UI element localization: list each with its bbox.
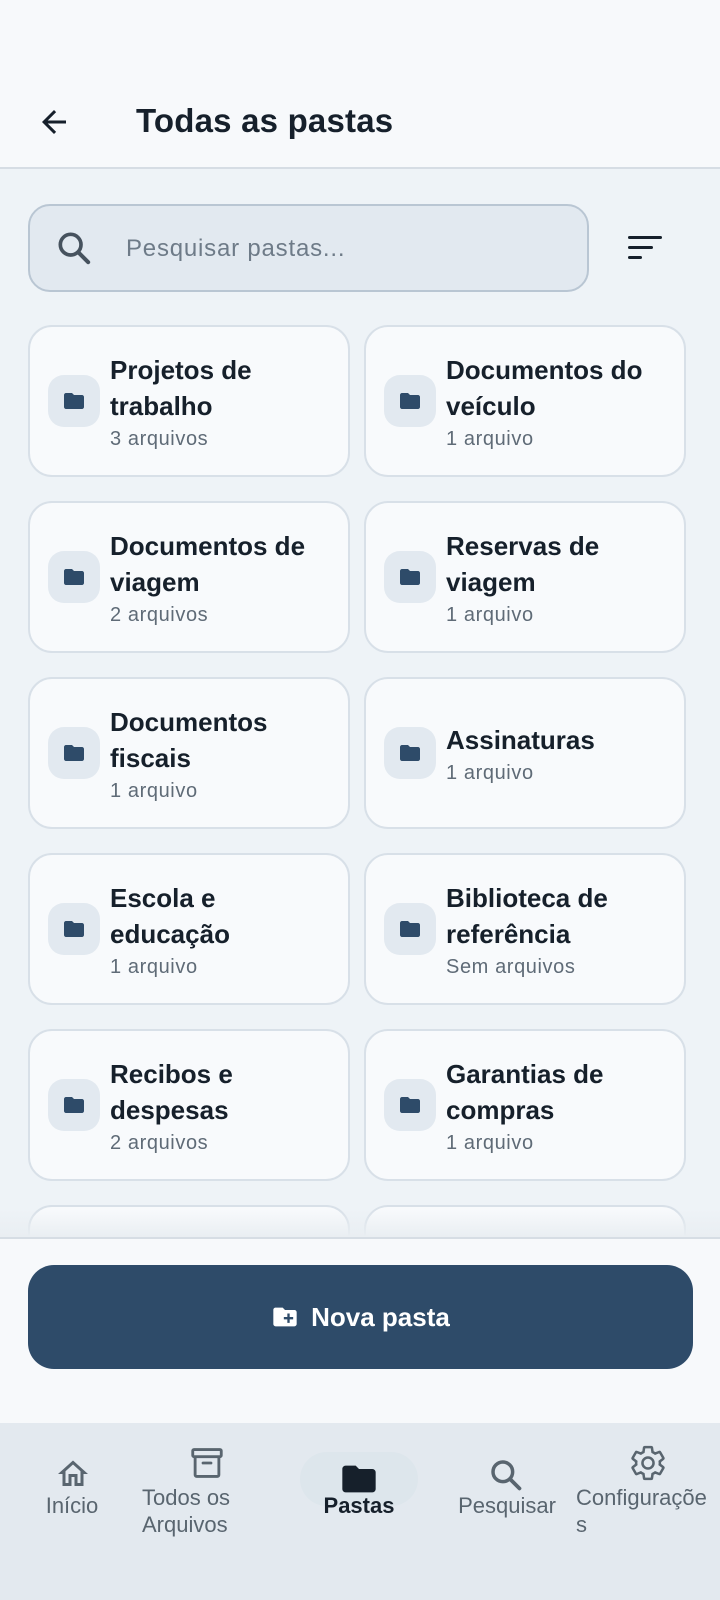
folder-icon-wrap <box>384 1079 436 1131</box>
folder-card[interactable]: Reservas de viagem 1 arquivo <box>364 501 686 653</box>
folder-name: Documentos de viagem <box>110 530 306 597</box>
folder-name: Garantias de compras <box>446 1058 604 1125</box>
sort-icon <box>628 236 662 259</box>
folder-icon <box>64 393 84 409</box>
new-folder-label: Nova pasta <box>311 1301 450 1332</box>
arrow-left-icon <box>42 110 66 134</box>
gear-icon <box>631 1445 665 1481</box>
folder-name: Escola e educação <box>110 882 230 949</box>
folder-icon <box>64 921 84 937</box>
nav-settings[interactable]: Configuraçõe s <box>576 1423 716 1600</box>
folder-card[interactable]: Assinaturas 1 arquivo <box>364 677 686 829</box>
folder-icon <box>400 921 420 937</box>
nav-all-files[interactable]: Todos os Arquivos <box>132 1423 282 1600</box>
create-new-folder-icon <box>273 1307 297 1327</box>
folder-count: 2 arquivos <box>110 603 209 626</box>
folder-icon <box>400 569 420 585</box>
folder-icon <box>400 393 420 409</box>
folder-name: Documentos fiscais <box>110 706 268 773</box>
back-button[interactable] <box>30 98 78 146</box>
folder-count: 1 arquivo <box>446 761 534 784</box>
folder-icon-wrap <box>384 903 436 955</box>
folder-name: Reservas de viagem <box>446 530 600 597</box>
folder-icon-wrap <box>384 727 436 779</box>
folder-name: Documentos do veículo <box>446 354 643 421</box>
folder-card[interactable]: Documentos do veículo 1 arquivo <box>364 325 686 477</box>
folder-count: 3 arquivos <box>110 427 209 450</box>
nav-home[interactable]: Início <box>20 1423 124 1600</box>
footer-bar: Nova pasta <box>0 1237 720 1423</box>
folder-count: 1 arquivo <box>446 603 534 626</box>
scroll-fade <box>0 1209 720 1237</box>
folder-card[interactable]: Documentos de viagem 2 arquivos <box>28 501 350 653</box>
folder-icon-wrap <box>48 903 100 955</box>
app-bar: Todas as pastas <box>0 80 720 169</box>
folder-name: Assinaturas <box>446 724 595 755</box>
folder-name: Projetos de trabalho <box>110 354 252 421</box>
folder-icon-wrap <box>384 375 436 427</box>
archive-icon <box>191 1448 223 1478</box>
nav-folders-label: Pastas <box>323 1493 395 1518</box>
folder-card[interactable]: Garantias de compras 1 arquivo <box>364 1029 686 1181</box>
folder-count: 1 arquivo <box>110 779 198 802</box>
folder-count: 2 arquivos <box>110 1131 209 1154</box>
folder-icon <box>400 745 420 761</box>
folder-icon <box>64 745 84 761</box>
search-icon <box>58 232 91 265</box>
nav-search-label: Pesquisar <box>458 1493 556 1518</box>
folder-icon-wrap <box>48 551 100 603</box>
nav-all-files-label: Todos os Arquivos <box>142 1485 231 1537</box>
folder-icon <box>64 1097 84 1113</box>
search-icon <box>491 1460 522 1491</box>
folder-card[interactable]: Projetos de trabalho 3 arquivos <box>28 325 350 477</box>
status-bar-area <box>0 0 720 80</box>
nav-search[interactable]: Pesquisar <box>440 1423 574 1600</box>
folder-icon <box>400 1097 420 1113</box>
folder-count: 1 arquivo <box>446 427 534 450</box>
sort-button[interactable] <box>622 226 670 270</box>
nav-folders[interactable]: Pastas <box>300 1423 418 1600</box>
folder-card[interactable]: Biblioteca de referência Sem arquivos <box>364 853 686 1005</box>
folder-icon-wrap <box>48 727 100 779</box>
page-title: Todas as pastas <box>136 102 394 139</box>
bottom-navigation: Início Todos os Arquivos Pastas Pesquisa… <box>0 1423 720 1600</box>
search-box[interactable] <box>28 204 589 292</box>
search-input[interactable] <box>126 226 566 272</box>
home-icon <box>58 1460 88 1486</box>
nav-settings-label: Configuraçõe s <box>576 1485 707 1537</box>
folder-count: Sem arquivos <box>446 955 576 978</box>
folder-card[interactable]: Recibos e despesas 2 arquivos <box>28 1029 350 1181</box>
folder-icon <box>64 569 84 585</box>
folder-icon-wrap <box>384 551 436 603</box>
folder-card[interactable]: Escola e educação 1 arquivo <box>28 853 350 1005</box>
folder-icon-wrap <box>48 375 100 427</box>
folders-content[interactable]: Projetos de trabalho 3 arquivos Documento… <box>0 169 720 1237</box>
folder-name: Biblioteca de referência <box>446 882 608 949</box>
folder-count: 1 arquivo <box>110 955 198 978</box>
folder-count: 1 arquivo <box>446 1131 534 1154</box>
folder-icon-wrap <box>48 1079 100 1131</box>
nav-home-label: Início <box>45 1493 99 1518</box>
folder-name: Recibos e despesas <box>110 1058 233 1125</box>
new-folder-button[interactable]: Nova pasta <box>28 1265 693 1369</box>
folder-card[interactable]: Documentos fiscais 1 arquivo <box>28 677 350 829</box>
